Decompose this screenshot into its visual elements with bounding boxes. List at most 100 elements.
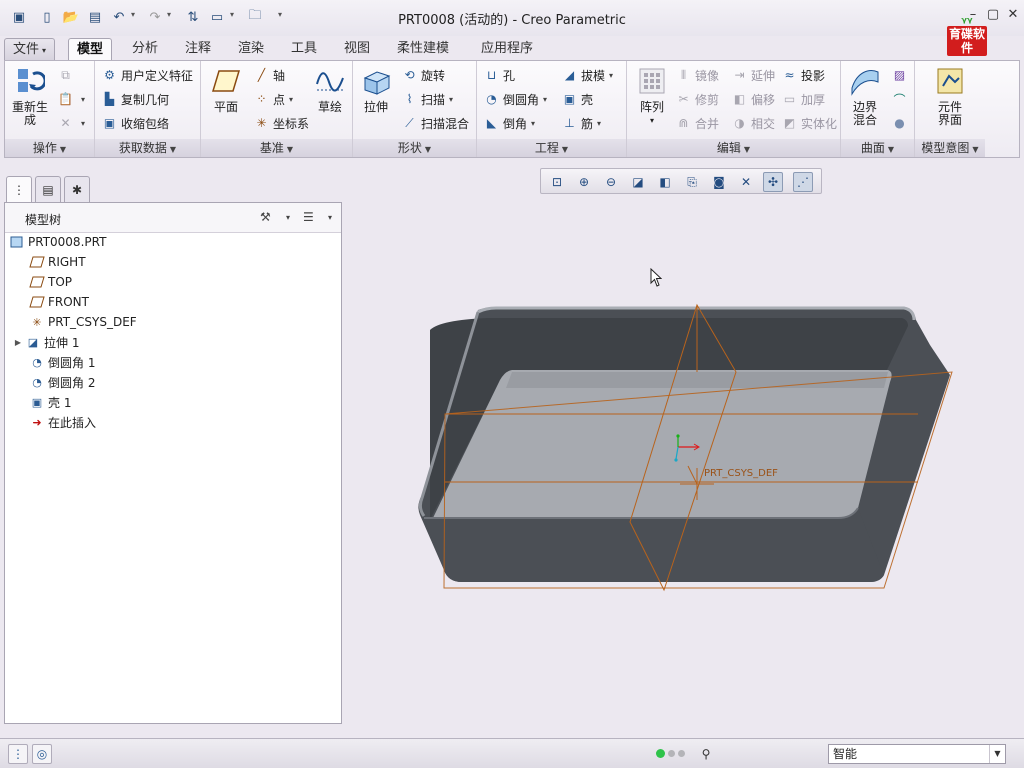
tree-item-insert-here[interactable]: ➜ 在此插入 [29,412,96,432]
solidify-button[interactable]: ◩ 实体化 [781,113,837,133]
merge-button[interactable]: ⋒ 合并 [675,113,719,133]
graphics-viewport[interactable]: PRT_CSYS_DEF [344,198,1024,734]
fill-surface-button[interactable]: ▨ [891,65,911,85]
zoom-in-icon[interactable]: ⊕ [574,172,594,192]
regenerate-button[interactable]: 重新生成 [7,63,53,127]
offset-button[interactable]: ◧ 偏移 [731,89,775,109]
shell-button[interactable]: ▣ 壳 [561,89,593,109]
intersect-button[interactable]: ◑ 相交 [731,113,775,133]
extrude-button[interactable]: 拉伸 [353,63,399,114]
point-button[interactable]: ⁘ 点 ▾ [253,89,293,109]
chamfer-button[interactable]: ◣ 倒角 ▾ [483,113,535,133]
browser-toggle-icon[interactable]: ◎ [32,744,52,764]
tab-render[interactable]: 渲染 [230,38,272,60]
saved-orientations-icon[interactable]: ⎘ [682,172,702,192]
sweep-button[interactable]: ⌇ 扫描 ▾ [401,89,453,109]
boundary-blend-button[interactable]: 边界混合 [843,63,887,127]
paste-button[interactable]: 📋 ▾ [57,89,85,109]
tree-item-csys[interactable]: ✳ PRT_CSYS_DEF [29,312,136,332]
group-label-get-data[interactable]: 获取数据 ▼ [95,139,200,157]
tree-item-part[interactable]: PRT0008.PRT [9,232,106,252]
tree-show-icon[interactable]: ☰ [303,210,314,224]
style-surface-button[interactable]: ⌒ [891,89,911,109]
tab-applications[interactable]: 应用程序 [473,38,541,60]
windows-dropdown-icon[interactable]: ▾ [230,10,234,19]
tree-item-round-1[interactable]: ◔ 倒圆角 1 [29,352,95,372]
view-manager-icon[interactable]: ◙ [709,172,729,192]
display-style-icon[interactable]: ◧ [655,172,675,192]
axis-button[interactable]: ╱ 轴 [253,65,285,85]
round-button[interactable]: ◔ 倒圆角 ▾ [483,89,547,109]
group-label-shapes[interactable]: 形状 ▼ [353,139,476,157]
datum-display-icon[interactable]: ✕ [736,172,756,192]
model-tree-tab-icon[interactable]: ⋮ [6,176,32,202]
group-label-operations[interactable]: 操作 ▼ [5,139,94,157]
tree-item-top[interactable]: TOP [29,272,72,292]
group-label-engineering[interactable]: 工程 ▼ [477,139,626,157]
windows-icon[interactable]: ▭ [208,8,226,26]
zoom-out-icon[interactable]: ⊖ [601,172,621,192]
close-window-icon[interactable]: 🗀 [246,8,264,26]
tab-view[interactable]: 视图 [336,38,378,60]
sketch-button[interactable]: 草绘 [307,63,353,114]
tab-flexible-modeling[interactable]: 柔性建模 [389,38,457,60]
open-folder-icon[interactable]: 📂 [62,8,80,26]
shrinkwrap-button[interactable]: ▣ 收缩包络 [101,113,169,133]
revolve-button[interactable]: ⟲ 旋转 [401,65,445,85]
trim-button[interactable]: ✂ 修剪 [675,89,719,109]
undo-icon[interactable]: ↶ [110,8,128,26]
plane-button[interactable]: 平面 [203,63,249,114]
group-label-datum[interactable]: 基准 ▼ [201,139,352,157]
group-label-editing[interactable]: 编辑 ▼ [627,139,840,157]
refit-icon[interactable]: ⊡ [547,172,567,192]
tree-settings-dropdown-icon[interactable]: ▾ [286,213,290,222]
thicken-button[interactable]: ▭ 加厚 [781,89,825,109]
csys-button[interactable]: ✳ 坐标系 [253,113,309,133]
component-interface-button[interactable]: 元件界面 [927,63,973,127]
tree-show-dropdown-icon[interactable]: ▾ [328,213,332,222]
copy-button[interactable]: ⧉ [57,65,77,85]
tab-analysis[interactable]: 分析 [124,38,166,60]
tree-item-round-2[interactable]: ◔ 倒圆角 2 [29,372,95,392]
hole-button[interactable]: ⊔ 孔 [483,65,515,85]
tab-model[interactable]: 模型 [68,38,113,60]
folder-browser-tab-icon[interactable]: ▤ [35,176,61,202]
new-file-icon[interactable]: ▯ [38,8,56,26]
tree-item-right[interactable]: RIGHT [29,252,86,272]
tab-tools[interactable]: 工具 [283,38,325,60]
customize-toolbar-icon[interactable]: ▾ [278,10,282,19]
selection-filter-select[interactable]: 智能 ▼ [828,744,1006,764]
user-defined-feature-button[interactable]: ⚙ 用户定义特征 [101,65,193,85]
close-icon[interactable]: ✕ [1006,8,1020,22]
find-icon[interactable]: ⚲ [696,744,716,764]
tree-settings-icon[interactable]: ⚒ [260,210,271,224]
undo-dropdown-icon[interactable]: ▾ [131,10,135,19]
rib-button[interactable]: ⊥ 筋 ▾ [561,113,601,133]
redo-dropdown-icon[interactable]: ▾ [167,10,171,19]
restore-icon[interactable]: ▢ [986,8,1000,22]
mirror-button[interactable]: ⫴ 镜像 [675,65,719,85]
tree-item-front[interactable]: FRONT [29,292,89,312]
group-label-surfaces[interactable]: 曲面 ▼ [841,139,914,157]
tree-item-extrude[interactable]: ▶ ◪ 拉伸 1 [11,332,80,352]
expand-arrow-icon[interactable]: ▶ [11,338,25,347]
repaint-icon[interactable]: ◪ [628,172,648,192]
freestyle-button[interactable]: ● [891,113,911,133]
regenerate-quick-icon[interactable]: ⇅ [184,8,202,26]
swept-blend-button[interactable]: ⟋ 扫描混合 [401,113,469,133]
redo-icon[interactable]: ↷ [146,8,164,26]
tab-file[interactable]: 文件 ▾ [4,38,56,60]
navigator-toggle-icon[interactable]: ⋮ [8,744,28,764]
chevron-down-icon[interactable]: ▼ [989,745,1005,763]
pattern-button[interactable]: 阵列 ▾ [629,63,675,127]
tree-item-shell[interactable]: ▣ 壳 1 [29,392,72,412]
annotation-display-icon[interactable]: ⋰ [793,172,813,192]
project-button[interactable]: ≈ 投影 [781,65,825,85]
copy-geometry-button[interactable]: ▙ 复制几何 [101,89,169,109]
extend-button[interactable]: ⇥ 延伸 [731,65,775,85]
delete-button[interactable]: ✕ ▾ [57,113,85,133]
tab-annotate[interactable]: 注释 [177,38,219,60]
group-label-model-intent[interactable]: 模型意图 ▼ [915,139,985,157]
favorites-tab-icon[interactable]: ✱ [64,176,90,202]
spin-center-icon[interactable]: ✣ [763,172,783,192]
